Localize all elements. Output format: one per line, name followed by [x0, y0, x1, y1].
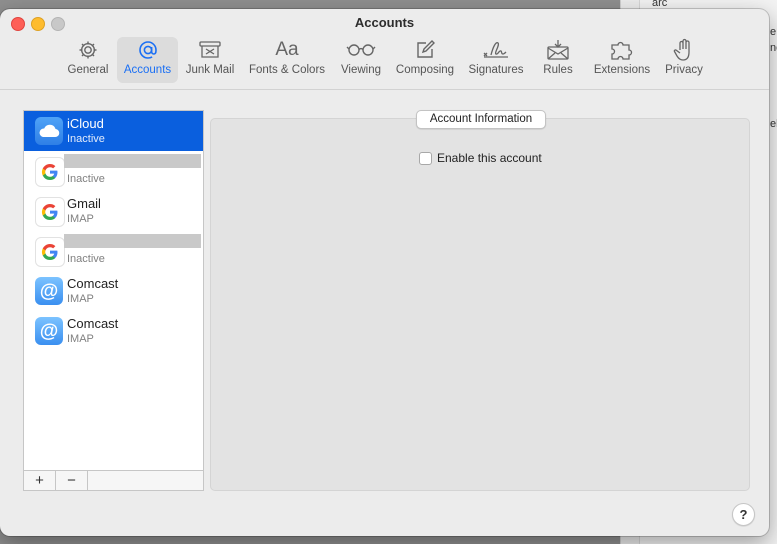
google-icon	[35, 157, 65, 187]
tab-general-label: General	[67, 64, 109, 76]
account-detail-pane	[210, 118, 750, 491]
account-status: Inactive	[67, 253, 105, 265]
tab-rules-label: Rules	[543, 64, 573, 76]
account-status: Inactive	[67, 133, 105, 145]
tab-extensions[interactable]: Extensions	[589, 37, 655, 83]
account-name: Comcast	[67, 276, 119, 291]
accounts-list-footer: + −	[23, 470, 204, 491]
account-row-comcast[interactable]: @ Comcast IMAP	[24, 311, 203, 351]
hand-icon	[673, 37, 695, 63]
window-title: Accounts	[354, 15, 415, 30]
rules-envelope-icon	[546, 37, 570, 63]
redacted-account-name	[64, 154, 201, 168]
tab-privacy[interactable]: Privacy	[662, 37, 706, 83]
account-status: Inactive	[67, 173, 105, 185]
account-name: Gmail	[67, 196, 101, 211]
tab-composing-label: Composing	[395, 64, 455, 76]
tab-rules[interactable]: Rules	[538, 37, 578, 83]
enable-account-checkbox[interactable]	[419, 151, 432, 165]
titlebar: Accounts General Accounts Junk Mail Aa F…	[0, 9, 769, 89]
glasses-icon	[346, 37, 376, 63]
compose-icon	[414, 37, 436, 63]
tab-viewing[interactable]: Viewing	[336, 37, 386, 83]
background-text: e	[770, 26, 777, 38]
account-status: IMAP	[67, 213, 94, 225]
tab-accounts[interactable]: Accounts	[117, 37, 178, 83]
tab-viewing-label: Viewing	[340, 64, 382, 76]
tab-general[interactable]: General	[58, 37, 118, 83]
remove-account-button[interactable]: −	[56, 471, 88, 490]
add-account-button[interactable]: +	[24, 471, 56, 490]
fonts-icon: Aa	[275, 39, 299, 60]
background-text: el	[770, 118, 777, 130]
tab-junk-mail-label: Junk Mail	[185, 64, 235, 76]
account-row-google[interactable]: Inactive	[24, 151, 203, 191]
tab-account-information[interactable]: Account Information	[416, 110, 546, 129]
account-row-icloud[interactable]: iCloud Inactive	[24, 111, 203, 151]
tab-junk-mail[interactable]: Junk Mail	[180, 37, 240, 83]
signature-icon	[481, 37, 511, 63]
icloud-icon	[35, 117, 63, 145]
account-status: IMAP	[67, 293, 94, 305]
account-name: iCloud	[67, 116, 104, 131]
tab-fonts-colors[interactable]: Aa Fonts & Colors	[245, 37, 329, 83]
google-icon	[35, 237, 65, 267]
at-mail-icon: @	[35, 317, 63, 345]
toolbar-divider	[0, 89, 769, 90]
gear-icon	[77, 37, 99, 63]
account-name: Comcast	[67, 316, 119, 331]
background-text: ne	[770, 42, 777, 54]
account-row-gmail[interactable]: Gmail IMAP	[24, 191, 203, 231]
redacted-account-name	[64, 234, 201, 248]
tab-accounts-label: Accounts	[123, 64, 172, 76]
accounts-preferences-window: Accounts General Accounts Junk Mail Aa F…	[0, 9, 769, 536]
tab-extensions-label: Extensions	[593, 64, 651, 76]
tab-signatures[interactable]: Signatures	[465, 37, 527, 83]
account-row-google[interactable]: Inactive	[24, 231, 203, 271]
enable-account-row[interactable]: Enable this account	[419, 151, 542, 165]
puzzle-piece-icon	[609, 37, 635, 63]
tab-privacy-label: Privacy	[665, 64, 703, 76]
account-status: IMAP	[67, 333, 94, 345]
junk-mail-icon	[198, 37, 222, 63]
accounts-list[interactable]: iCloud Inactive Inactive Gmail IMAP Inac…	[23, 110, 204, 471]
google-icon	[35, 197, 65, 227]
tab-signatures-label: Signatures	[468, 64, 524, 76]
at-mail-icon: @	[35, 277, 63, 305]
enable-account-label[interactable]: Enable this account	[437, 151, 542, 165]
account-row-comcast[interactable]: @ Comcast IMAP	[24, 271, 203, 311]
at-sign-icon	[137, 37, 159, 63]
tab-fonts-colors-label: Fonts & Colors	[248, 64, 326, 76]
background-text: arc	[652, 0, 668, 9]
help-button[interactable]: ?	[732, 503, 755, 526]
tab-composing[interactable]: Composing	[393, 37, 457, 83]
